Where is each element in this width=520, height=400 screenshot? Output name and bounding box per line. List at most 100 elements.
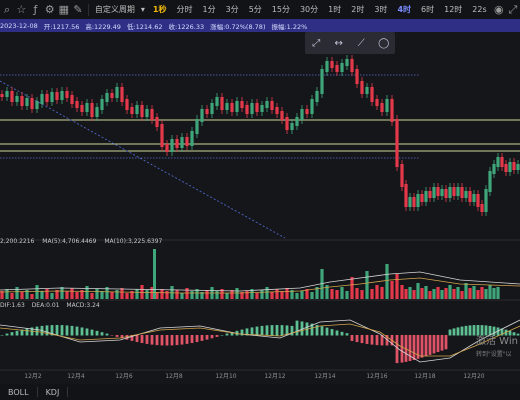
macd-bar [412, 335, 416, 361]
volume-bar [75, 292, 79, 299]
volume-bar [5, 289, 9, 299]
volume-bar [35, 285, 39, 299]
macd-bar [370, 335, 374, 345]
volume-bar [125, 293, 129, 299]
volume-bar [350, 277, 354, 299]
volume-bar [10, 293, 14, 299]
chart-window: ⌕ ☆ ƒ ⚙ ▦ ✎ 自定义周期 ▾ 1秒 分时 1分 3分 5分 15分 30分 1时 2时… [0, 0, 520, 400]
candle [40, 94, 44, 104]
candle [145, 109, 149, 117]
candle [350, 59, 354, 72]
macd-bar [355, 335, 359, 343]
candle [235, 101, 239, 112]
volume-bar [436, 287, 440, 299]
volume-bar [390, 281, 394, 299]
volume-bar [452, 289, 456, 299]
macd-bar [428, 335, 432, 355]
candle [75, 101, 79, 108]
candle [508, 162, 512, 172]
trendline-tool-icon[interactable]: ⤢ [306, 38, 326, 49]
macd-bar [55, 325, 59, 336]
candle [25, 98, 29, 106]
candle [50, 92, 54, 102]
candle [420, 194, 424, 202]
candle [105, 93, 109, 102]
volume-bar [70, 288, 74, 299]
candle [15, 96, 19, 102]
volume-bar [90, 293, 94, 299]
candle [0, 94, 4, 97]
candle [385, 99, 389, 112]
candle [375, 99, 379, 106]
volume-bar [335, 290, 339, 299]
macd-bar [460, 326, 464, 336]
macd-legend: DIF:1.63 DEA:0.01 MACD:3.24 [0, 302, 105, 309]
volume-bar [15, 287, 19, 299]
macd-bar [440, 335, 444, 351]
volume-bar [145, 290, 149, 299]
tab-divider [67, 387, 69, 397]
candle [340, 63, 344, 72]
candle [225, 103, 229, 110]
macd-bar [200, 335, 204, 341]
volume-bar [448, 285, 452, 299]
candle [500, 157, 504, 167]
macd-bar [260, 325, 264, 336]
macd-bar [175, 335, 179, 346]
macd-bar [10, 332, 14, 336]
macd-bar [215, 335, 219, 337]
volume-bar [50, 293, 54, 299]
time-axis-label: 12月2 [24, 373, 42, 380]
macd-bar [290, 325, 294, 336]
macd-bar [456, 327, 460, 336]
candle [380, 103, 384, 112]
tab-boll[interactable]: BOLL [0, 388, 37, 397]
macd-value: MACD:3.24 [66, 302, 100, 309]
volume-bar [245, 291, 249, 299]
volume-bar [235, 288, 239, 299]
volume-bar [395, 274, 399, 299]
macd-bar [375, 335, 379, 346]
candle [320, 69, 324, 94]
volume-bar [468, 288, 472, 299]
volume-bar [484, 289, 488, 299]
candle [484, 189, 488, 212]
candle [480, 204, 484, 212]
volume-bar [135, 289, 139, 299]
volume-bar [270, 292, 274, 299]
candle [492, 164, 496, 174]
macd-bar [180, 335, 184, 345]
drawing-toolbar: ⤢ ↔ ⟋ ◯ [305, 32, 395, 54]
macd-bar [320, 326, 324, 336]
volume-bar [456, 287, 460, 299]
volume-bar [45, 289, 49, 299]
candle [255, 103, 259, 112]
macd-bar [185, 335, 189, 344]
volume-bar [265, 287, 269, 299]
macd-bar [90, 329, 94, 336]
ray-tool-icon[interactable]: ↔ [329, 38, 349, 49]
candlestick-chart[interactable] [0, 0, 520, 371]
candle [468, 191, 472, 202]
candle [464, 191, 468, 198]
candle [325, 61, 329, 72]
macd-bar [295, 320, 299, 336]
candle [472, 194, 476, 202]
candle [476, 194, 480, 207]
volume-bar [360, 290, 364, 299]
volume-bar [300, 291, 304, 299]
candle [150, 109, 154, 120]
macd-bar [400, 335, 404, 363]
volume-bar [408, 287, 412, 299]
candle [265, 101, 269, 108]
macd-bar [80, 327, 84, 336]
candle [460, 187, 464, 198]
volume-bar [180, 293, 184, 299]
line-tool-icon[interactable]: ⟋ [351, 38, 371, 49]
circle-tool-icon[interactable]: ◯ [374, 38, 394, 49]
tab-kdj[interactable]: KDJ [38, 388, 68, 397]
volume-bar [404, 289, 408, 299]
time-axis-label: 12月18 [414, 373, 436, 380]
candle [155, 117, 159, 127]
candle [436, 187, 440, 196]
